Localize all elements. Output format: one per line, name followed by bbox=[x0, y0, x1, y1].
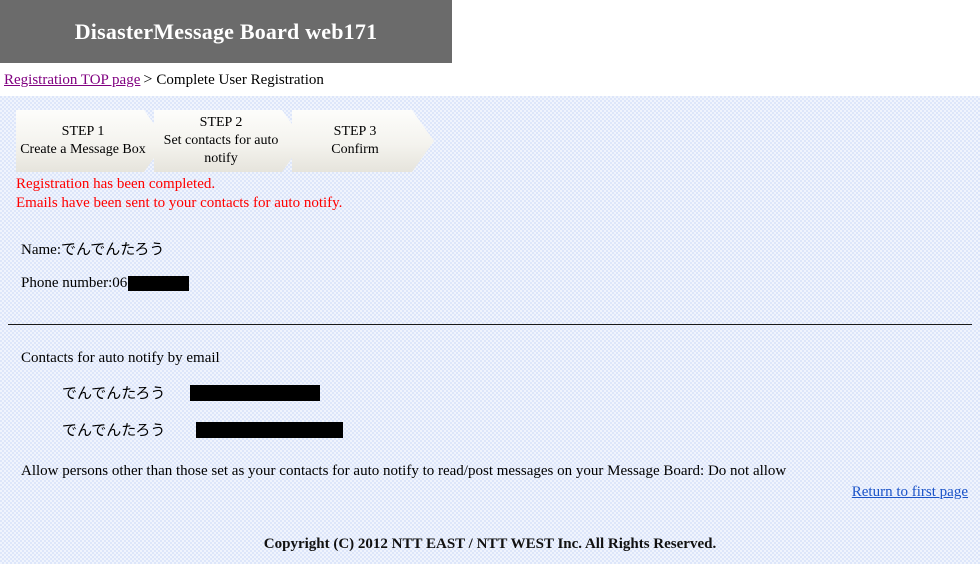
step-1-caption: Create a Message Box bbox=[20, 142, 146, 157]
name-field-row: Name:でんでんたろう bbox=[21, 238, 164, 259]
phone-value-prefix: 06 bbox=[112, 275, 128, 291]
phone-field-row: Phone number: 06 bbox=[21, 275, 190, 292]
breadcrumb-current: Complete User Registration bbox=[156, 72, 324, 88]
step-2-number: STEP 2 bbox=[199, 115, 243, 130]
breadcrumb: Registration TOP page > Complete User Regi… bbox=[4, 70, 324, 90]
step-1-chevron: STEP 1 Create a Message Box bbox=[16, 110, 166, 172]
name-label: Name: bbox=[21, 242, 61, 258]
contacts-heading: Contacts for auto notify by email bbox=[21, 350, 220, 366]
step-2-chevron: STEP 2 Set contacts for auto notify bbox=[154, 110, 304, 172]
step-2-caption: Set contacts for auto notify bbox=[163, 133, 279, 166]
return-to-first-page: Return to first page bbox=[852, 484, 968, 501]
status-line-1: Registration has been completed. bbox=[16, 176, 216, 192]
step-1-number: STEP 1 bbox=[61, 124, 105, 139]
breadcrumb-separator: > bbox=[143, 71, 153, 88]
step-3-number: STEP 3 bbox=[333, 124, 377, 139]
app-title-bar: DisasterMessage Board web171 bbox=[0, 0, 452, 63]
contact-email-redaction-bar bbox=[196, 421, 343, 438]
contact-email-redaction-bar bbox=[190, 384, 320, 401]
breadcrumb-link-registration-top[interactable]: Registration TOP page bbox=[4, 72, 140, 88]
status-message: Registration has been completed. Emails … bbox=[16, 175, 342, 213]
contact-list-item: でんでんたろう bbox=[62, 419, 343, 440]
return-to-first-page-link[interactable]: Return to first page bbox=[852, 484, 968, 500]
footer-copyright: Copyright (C) 2012 NTT EAST / NTT WEST I… bbox=[263, 536, 717, 552]
phone-label: Phone number: bbox=[21, 275, 113, 291]
page-title: DisasterMessage Board web171 bbox=[74, 18, 378, 44]
name-value: でんでんたろう bbox=[60, 240, 165, 258]
phone-redaction-bar bbox=[128, 276, 190, 291]
contact-name: でんでんたろう bbox=[62, 421, 166, 439]
allow-others-setting: Allow persons other than those set as yo… bbox=[21, 463, 787, 479]
contact-list-item: でんでんたろう bbox=[62, 382, 320, 403]
main-content-panel: STEP 1 Create a Message Box STEP 2 Set c… bbox=[0, 96, 980, 564]
step-3-caption: Confirm bbox=[331, 142, 379, 157]
step-3-chevron: STEP 3 Confirm bbox=[292, 110, 434, 172]
status-line-2: Emails have been sent to your contacts f… bbox=[16, 195, 343, 211]
section-divider bbox=[8, 324, 972, 325]
contact-name: でんでんたろう bbox=[62, 384, 166, 402]
